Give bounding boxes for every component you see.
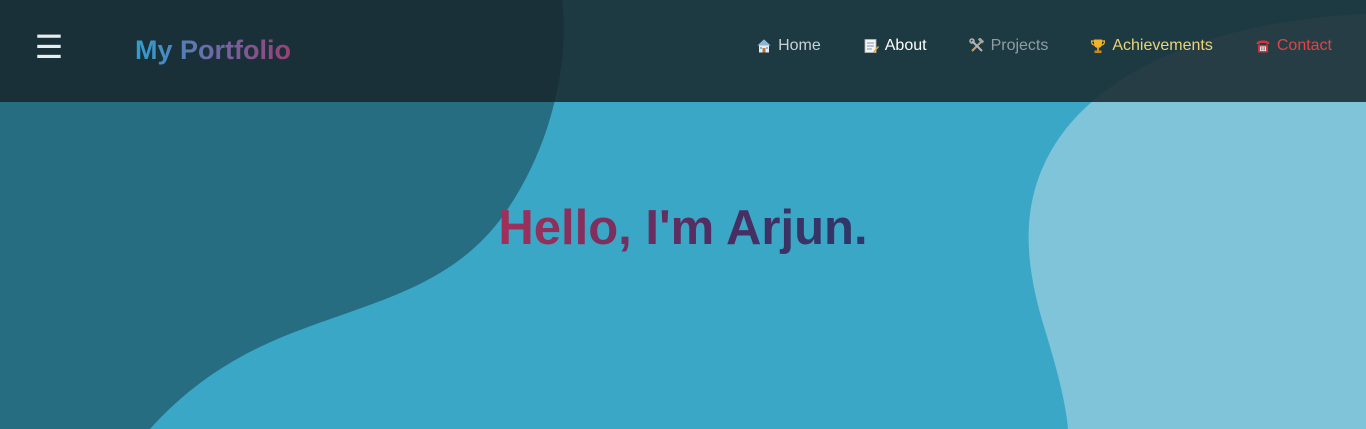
nav-label-about: About (884, 37, 927, 54)
nav-link-contact[interactable]: Contact (1255, 34, 1332, 58)
hammer-wrench-icon (968, 38, 984, 52)
house-icon (757, 39, 771, 53)
nav-link-achievements[interactable]: Achievements (1090, 34, 1213, 58)
nav-link-about[interactable]: About (863, 34, 927, 58)
nav-label-achievements: Achievements (1112, 37, 1213, 54)
brand-logo-text[interactable]: My Portfolio (135, 32, 291, 68)
nav-link-projects[interactable]: Projects (968, 34, 1049, 58)
nav-label-projects: Projects (990, 37, 1049, 54)
memo-icon (864, 39, 879, 53)
telephone-icon (1256, 40, 1270, 53)
hamburger-menu-icon[interactable]: ☰ (30, 27, 68, 67)
hero-title-text: Hello, I'm Arjun. (498, 201, 868, 255)
hero-title: Hello, I'm Arjun. (0, 198, 1366, 258)
page: ☰ My Portfolio Home About Projects Achie… (0, 0, 1366, 429)
navbar: ☰ My Portfolio Home About Projects Achie… (0, 0, 1366, 102)
nav-label-home: Home (778, 37, 821, 54)
nav-link-home[interactable]: Home (756, 34, 821, 58)
nav-label-contact: Contact (1276, 37, 1332, 54)
trophy-icon (1091, 39, 1106, 53)
nav-links: Home About Projects Achievements Contact (714, 34, 1332, 58)
